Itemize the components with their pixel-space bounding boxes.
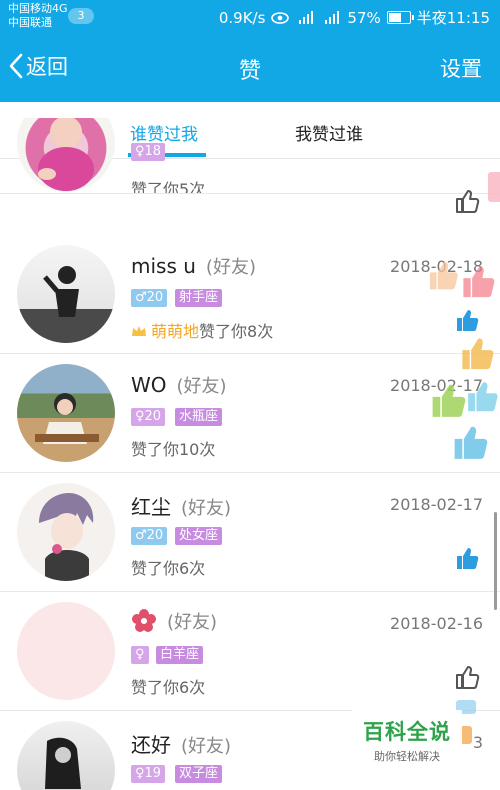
- floating-thumb-icon: [468, 382, 498, 412]
- like-date: 2018-02-17: [390, 495, 483, 514]
- watermark-logo: 百科全说 助你轻松解决: [352, 710, 462, 766]
- gender-badge: ♀: [131, 646, 149, 664]
- floating-thumb-icon: [463, 266, 495, 298]
- list-item[interactable]: 红尘 (好友) 2018-02-17 ♂20 处女座 赞了你6次: [0, 473, 500, 592]
- status-bar: 中国移动4G 中国联通 3 0.9K/s 57% 半夜11:15: [0, 0, 500, 34]
- baby-photo: [38, 118, 94, 191]
- battery-icon: [386, 11, 414, 24]
- crown-icon: [132, 326, 146, 336]
- net-speed: 0.9K/s: [218, 8, 266, 27]
- floating-thumb-icon: [488, 172, 500, 202]
- like-count-text: 赞了你5次: [131, 180, 206, 194]
- clock: 半夜11:15: [416, 9, 490, 27]
- like-count-text: 萌萌地赞了你8次: [131, 318, 273, 342]
- signal-e-icon: [325, 10, 340, 24]
- back-label: 返回: [26, 55, 68, 79]
- floating-thumb-icon: [462, 338, 494, 370]
- list-item[interactable]: WO (好友) 2018-02-17 ♀20 水瓶座 赞了你10次: [0, 354, 500, 473]
- silhouette-photo: [17, 266, 115, 343]
- user-name: WO (好友): [131, 373, 227, 397]
- friend-tag: (好友): [205, 257, 256, 278]
- battery-percent: 57%: [347, 8, 381, 27]
- user-name: (好友): [131, 608, 217, 634]
- watermark-title: 百科全说: [363, 720, 451, 744]
- floating-thumb-icon: [432, 384, 466, 417]
- avatar: [17, 483, 115, 581]
- zodiac-badge: 白羊座: [156, 646, 204, 664]
- zodiac-badge: 水瓶座: [175, 408, 223, 426]
- carrier-1: 中国移动4G: [8, 2, 68, 15]
- gender-age-badge: ♂20: [131, 527, 168, 545]
- girl-photo: [35, 393, 99, 444]
- like-count-text: 赞了你10次: [131, 440, 216, 459]
- notification-count-badge: 3: [68, 8, 94, 24]
- zodiac-badge: 射手座: [175, 289, 223, 307]
- carrier-info: 中国移动4G 中国联通: [8, 2, 68, 30]
- settings-button[interactable]: 设置: [440, 53, 482, 83]
- eye-icon: [271, 11, 290, 24]
- list-item[interactable]: miss u (好友) 2018-02-18 ♂20 射手座 萌萌地赞了你8次: [0, 235, 500, 354]
- avatar: [17, 721, 115, 790]
- user-name: 还好 (好友): [131, 733, 232, 757]
- scrollbar[interactable]: [494, 512, 497, 610]
- bw-photo: [45, 737, 81, 789]
- zodiac-badge: 双子座: [175, 765, 223, 783]
- status-right-group: 0.9K/s 57% 半夜11:15: [219, 7, 490, 28]
- anime-avatar: [39, 493, 94, 581]
- back-button[interactable]: 返回: [8, 51, 68, 81]
- signal-4g-icon: [299, 10, 314, 24]
- friend-tag: (好友): [181, 736, 232, 757]
- gender-age-badge: ♀19: [131, 765, 166, 783]
- thumbs-up-outline-icon[interactable]: [454, 664, 480, 690]
- friend-tag: (好友): [176, 376, 227, 397]
- nav-bar: 返回 赞 设置: [0, 34, 500, 102]
- thumbs-up-outline-icon[interactable]: [454, 188, 480, 214]
- thumbs-up-filled-icon[interactable]: [454, 545, 480, 571]
- thumbs-up-filled-icon[interactable]: [454, 307, 480, 333]
- friend-tag: (好友): [167, 612, 218, 633]
- avatar: [17, 364, 115, 462]
- zodiac-badge: 处女座: [175, 527, 223, 545]
- user-name: 红尘 (好友): [131, 495, 232, 519]
- gender-age-badge: ♂20: [131, 289, 168, 307]
- list-item[interactable]: (好友) 2018-02-16 ♀ 白羊座 赞了你6次: [0, 592, 500, 711]
- page-title: 赞: [238, 59, 261, 84]
- gender-age-badge: ♀20: [131, 408, 166, 426]
- list-item[interactable]: ♀18 赞了你5次: [0, 118, 500, 194]
- friend-tag: (好友): [181, 498, 232, 519]
- gender-age-badge: ♀18: [131, 143, 166, 161]
- like-date: 2018-02-16: [390, 614, 483, 633]
- flower-icon: [132, 609, 156, 632]
- chevron-left-icon: [9, 53, 23, 79]
- floating-thumb-icon: [429, 261, 458, 290]
- avatar: [17, 118, 115, 192]
- watermark-subtitle: 助你轻松解决: [374, 750, 440, 763]
- avatar: [17, 602, 115, 700]
- like-count-text: 赞了你6次: [131, 678, 206, 697]
- avatar: [17, 245, 115, 343]
- floating-thumb-icon: [454, 426, 488, 459]
- like-count-text: 赞了你6次: [131, 559, 206, 578]
- carrier-2: 中国联通: [8, 16, 52, 29]
- user-name: miss u (好友): [131, 254, 256, 278]
